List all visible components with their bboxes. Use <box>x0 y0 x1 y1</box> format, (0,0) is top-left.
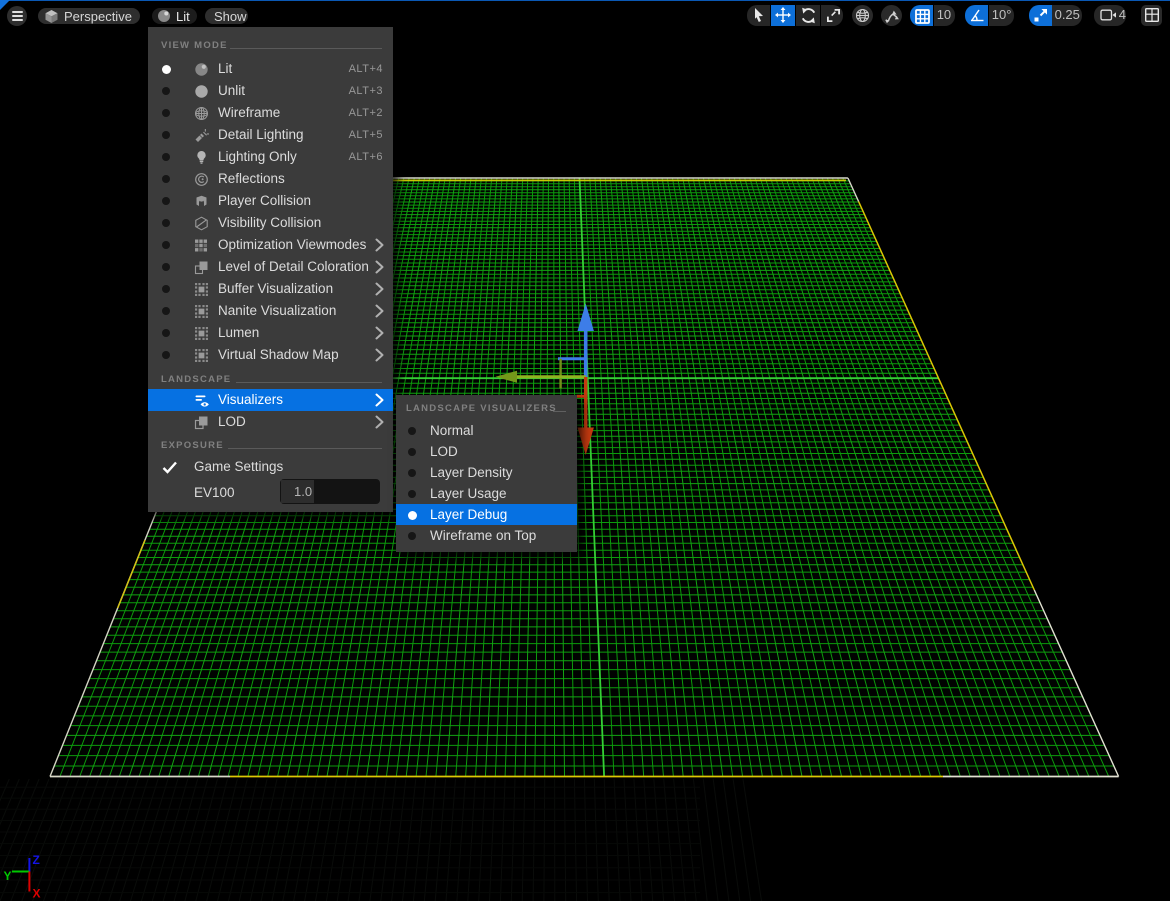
svg-text:Z: Z <box>33 853 40 867</box>
svg-text:Y: Y <box>4 869 12 883</box>
svg-text:X: X <box>33 887 41 901</box>
